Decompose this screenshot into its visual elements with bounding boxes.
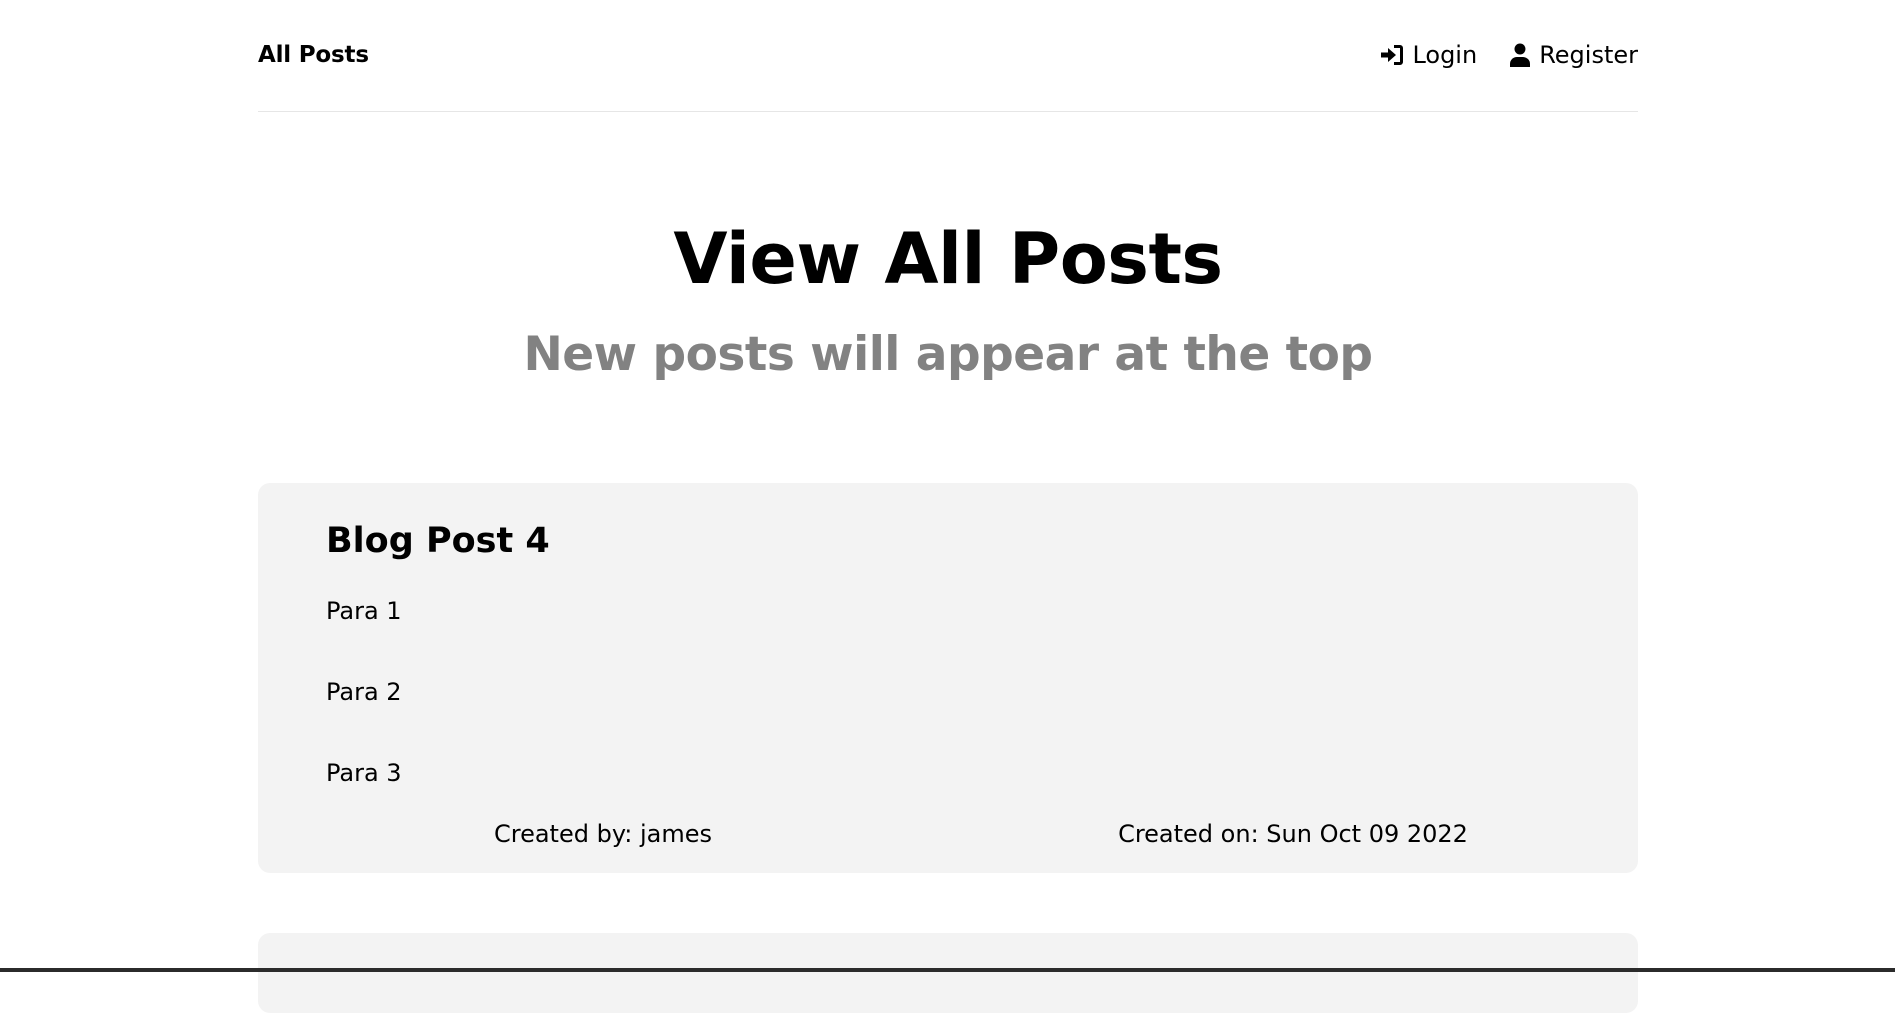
user-icon xyxy=(1509,43,1531,67)
post-author: Created by: james xyxy=(493,820,713,848)
page-title: View All Posts xyxy=(673,218,1223,300)
navbar: All Posts Login Register xyxy=(258,0,1638,112)
nav-links: Login Register xyxy=(1380,41,1638,69)
page-subtitle: New posts will appear at the top xyxy=(523,327,1373,382)
post-meta: Created by: james Created on: Sun Oct 09… xyxy=(258,820,1638,848)
sign-in-icon xyxy=(1380,44,1404,66)
login-label: Login xyxy=(1412,40,1478,69)
post-paragraph: Para 1 xyxy=(326,597,402,625)
page-heading: View All Posts New posts will appear at … xyxy=(258,219,1638,383)
register-label: Register xyxy=(1539,40,1638,69)
register-link[interactable]: Register xyxy=(1509,41,1638,69)
page-container: All Posts Login Register View All Posts … xyxy=(258,0,1638,1013)
bottom-edge xyxy=(0,968,1895,972)
post-card xyxy=(258,933,1638,1013)
post-title: Blog Post 4 xyxy=(326,521,550,561)
post-card: Blog Post 4 Para 1 Para 2 Para 3 Created… xyxy=(258,483,1638,873)
post-date: Created on: Sun Oct 09 2022 xyxy=(1118,820,1468,848)
login-link[interactable]: Login xyxy=(1380,41,1477,69)
post-paragraph: Para 2 xyxy=(326,678,402,706)
post-paragraph: Para 3 xyxy=(326,759,402,787)
brand-link[interactable]: All Posts xyxy=(258,42,369,68)
